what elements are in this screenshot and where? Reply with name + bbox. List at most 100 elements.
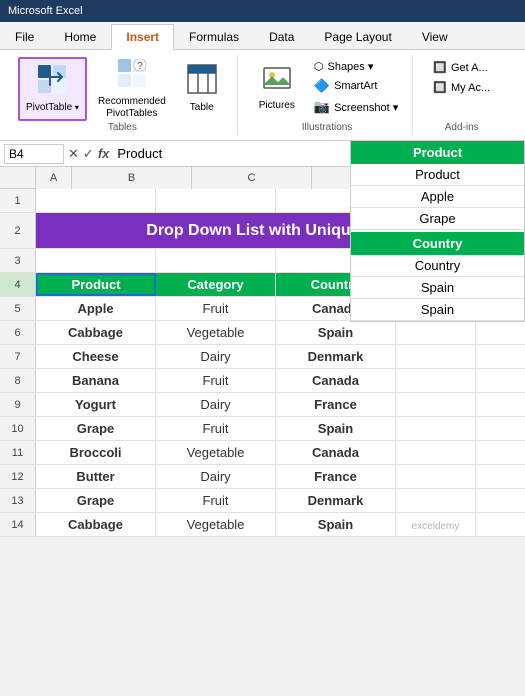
table-row: 7 Cheese Dairy Denmark <box>0 345 525 369</box>
screenshot-button[interactable]: 📷 Screenshot ▾ <box>310 98 402 116</box>
side-product-row-1[interactable]: Product <box>351 164 524 186</box>
cell-c4[interactable]: Category <box>156 273 276 296</box>
cell-c10[interactable]: Fruit <box>156 417 276 440</box>
confirm-formula-icon[interactable]: ✓ <box>83 146 94 162</box>
recommended-pivot-button[interactable]: ? RecommendedPivotTables <box>91 57 173 121</box>
row-num-3: 3 <box>0 249 36 272</box>
cell-e12[interactable] <box>396 465 476 488</box>
side-product-row-2[interactable]: Apple <box>351 186 524 208</box>
table-row: 11 Broccoli Vegetable Canada <box>0 441 525 465</box>
row-num-9: 9 <box>0 393 36 416</box>
cell-d13[interactable]: Denmark <box>276 489 396 512</box>
cell-d7[interactable]: Denmark <box>276 345 396 368</box>
col-header-b[interactable]: B <box>72 167 192 189</box>
cell-b11[interactable]: Broccoli <box>36 441 156 464</box>
tab-formulas[interactable]: Formulas <box>174 23 254 49</box>
table-row: 14 Cabbage Vegetable Spain exceldemy <box>0 513 525 537</box>
side-product-row-3[interactable]: Grape <box>351 208 524 230</box>
row-num-4: 4 <box>0 273 36 296</box>
cell-c1[interactable] <box>156 189 276 212</box>
cell-b7[interactable]: Cheese <box>36 345 156 368</box>
side-country-row-2[interactable]: Spain <box>351 277 524 299</box>
cell-b8[interactable]: Banana <box>36 369 156 392</box>
cell-e9[interactable] <box>396 393 476 416</box>
cell-d8[interactable]: Canada <box>276 369 396 392</box>
watermark: exceldemy <box>412 521 460 532</box>
col-header-c[interactable]: C <box>192 167 312 189</box>
cell-c9[interactable]: Dairy <box>156 393 276 416</box>
cell-c5[interactable]: Fruit <box>156 297 276 320</box>
cell-b10[interactable]: Grape <box>36 417 156 440</box>
recommended-pivot-label: RecommendedPivotTables <box>98 96 166 120</box>
cell-b14[interactable]: Cabbage <box>36 513 156 536</box>
cell-e10[interactable] <box>396 417 476 440</box>
side-country-row-1[interactable]: Country <box>351 255 524 277</box>
smartart-icon: 🔷 <box>314 78 330 94</box>
cell-d10[interactable]: Spain <box>276 417 396 440</box>
cell-e14[interactable]: exceldemy <box>396 513 476 536</box>
cell-d12[interactable]: France <box>276 465 396 488</box>
tab-home[interactable]: Home <box>49 23 111 49</box>
cell-c8[interactable]: Fruit <box>156 369 276 392</box>
cell-b6[interactable]: Cabbage <box>36 321 156 344</box>
my-addins-icon: 🔲 <box>433 81 447 94</box>
table-row: 13 Grape Fruit Denmark <box>0 489 525 513</box>
my-addins-button[interactable]: 🔲 My Ac... <box>427 79 496 96</box>
cell-d11[interactable]: Canada <box>276 441 396 464</box>
cell-c7[interactable]: Dairy <box>156 345 276 368</box>
tab-insert[interactable]: Insert <box>111 24 174 50</box>
get-addins-button[interactable]: 🔲 Get A... <box>427 59 496 76</box>
cell-c6[interactable]: Vegetable <box>156 321 276 344</box>
smartart-button[interactable]: 🔷 SmartArt <box>310 77 402 95</box>
row-num-13: 13 <box>0 489 36 512</box>
row-num-14: 14 <box>0 513 36 536</box>
row-num-2: 2 <box>0 213 36 248</box>
cancel-formula-icon[interactable]: ✕ <box>68 146 79 162</box>
cell-b4[interactable]: Product <box>36 273 156 296</box>
row-num-6: 6 <box>0 321 36 344</box>
cell-b13[interactable]: Grape <box>36 489 156 512</box>
addins-icon: 🔲 <box>433 61 447 74</box>
cell-c11[interactable]: Vegetable <box>156 441 276 464</box>
app-title: Microsoft Excel <box>8 5 83 17</box>
cell-c13[interactable]: Fruit <box>156 489 276 512</box>
cell-c3[interactable] <box>156 249 276 272</box>
svg-text:?: ? <box>137 61 143 72</box>
pictures-button[interactable]: Pictures <box>252 55 302 119</box>
cell-b12[interactable]: Butter <box>36 465 156 488</box>
recommended-pivot-icon: ? <box>116 57 148 94</box>
shapes-button[interactable]: ⬡ Shapes ▾ <box>310 59 402 74</box>
my-addins-label: My Ac... <box>451 82 490 94</box>
pivot-table-label: PivotTable ▾ <box>26 102 79 114</box>
pictures-icon <box>262 63 292 98</box>
tab-file[interactable]: File <box>0 23 49 49</box>
cell-e13[interactable] <box>396 489 476 512</box>
cell-e7[interactable] <box>396 345 476 368</box>
cell-reference-box[interactable] <box>4 144 64 164</box>
cell-e8[interactable] <box>396 369 476 392</box>
tab-view[interactable]: View <box>407 23 463 49</box>
cell-b5[interactable]: Apple <box>36 297 156 320</box>
col-header-a[interactable]: A <box>36 167 72 189</box>
cell-c14[interactable]: Vegetable <box>156 513 276 536</box>
row-num-5: 5 <box>0 297 36 320</box>
cell-e11[interactable] <box>396 441 476 464</box>
ribbon-content: PivotTable ▾ ? Recommended <box>0 50 525 140</box>
cell-d14[interactable]: Spain <box>276 513 396 536</box>
side-country-row-3[interactable]: Spain <box>351 299 524 321</box>
cell-d6[interactable]: Spain <box>276 321 396 344</box>
cell-b9[interactable]: Yogurt <box>36 393 156 416</box>
tab-data[interactable]: Data <box>254 23 309 49</box>
table-button[interactable]: Table <box>177 57 227 121</box>
insert-function-icon[interactable]: fx <box>98 146 110 162</box>
table-row: 9 Yogurt Dairy France <box>0 393 525 417</box>
cell-b3[interactable] <box>36 249 156 272</box>
cell-e6[interactable] <box>396 321 476 344</box>
addins-group-label: Add-ins <box>445 122 479 135</box>
cell-c12[interactable]: Dairy <box>156 465 276 488</box>
cell-b1[interactable] <box>36 189 156 212</box>
get-addins-label: Get A... <box>451 62 488 74</box>
pivot-table-button[interactable]: PivotTable ▾ <box>18 57 87 121</box>
cell-d9[interactable]: France <box>276 393 396 416</box>
tab-page-layout[interactable]: Page Layout <box>309 23 406 49</box>
